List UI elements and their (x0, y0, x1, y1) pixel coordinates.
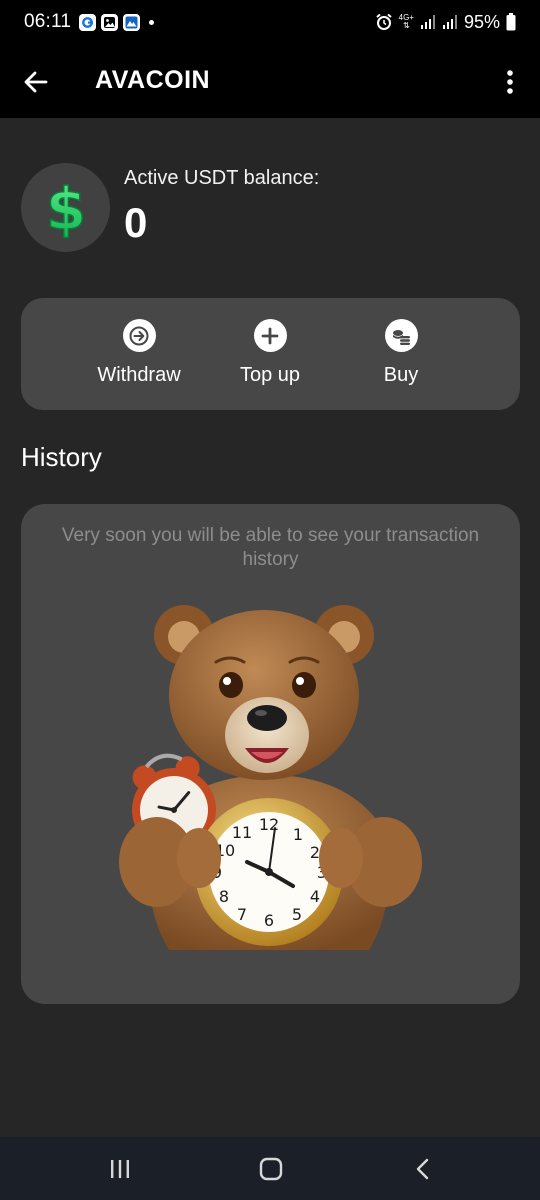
signal-icon-2 (442, 15, 457, 29)
history-empty-message: Very soon you will be able to see your t… (61, 525, 480, 570)
buy-button[interactable]: Buy (336, 298, 466, 410)
home-icon (259, 1157, 283, 1181)
top-up-label: Top up (239, 364, 301, 386)
screen: 06:11 4G+ ⇅ 95% AVACOIN $ Active USDT ba… (0, 0, 540, 1200)
system-back-button[interactable] (409, 1155, 437, 1183)
top-up-button[interactable]: Top up (205, 298, 335, 410)
history-card: Very soon you will be able to see your t… (21, 504, 520, 1004)
recent-apps-icon (111, 1160, 129, 1178)
withdraw-label: Withdraw (97, 364, 181, 386)
app-bar: AVACOIN (0, 44, 540, 118)
network-type-bottom: ⇅ (402, 21, 410, 30)
balance-avatar: $ (21, 163, 110, 252)
svg-text:7: 7 (237, 905, 247, 924)
balance-label: Active USDT balance: (124, 167, 320, 189)
arrow-left-icon (24, 71, 48, 93)
more-vertical-icon (507, 70, 513, 94)
svg-text:12: 12 (259, 815, 279, 834)
balance-value: 0 (124, 199, 148, 246)
dollar-sign-icon: $ (45, 175, 87, 241)
app-notification-icon (79, 13, 97, 31)
signal-icon (420, 15, 435, 29)
status-time: 06:11 (24, 11, 72, 32)
gallery-notification-icon (101, 13, 119, 31)
svg-text:1: 1 (293, 825, 303, 844)
home-button[interactable] (257, 1155, 285, 1183)
dollar-symbol: $ (45, 175, 85, 241)
svg-text:5: 5 (292, 905, 302, 924)
battery-percent: 95% (463, 11, 500, 32)
svg-text:4: 4 (310, 887, 320, 906)
coins-icon (384, 319, 418, 352)
plus-circle-icon (253, 319, 287, 352)
notification-icons (79, 13, 155, 31)
bear-with-clocks-illustration: 12 3 6 9 1 2 4 5 7 8 10 11 (119, 605, 422, 950)
svg-text:11: 11 (232, 823, 252, 842)
status-right: 4G+ ⇅ 95% (375, 12, 516, 33)
battery-icon (506, 13, 516, 31)
buy-label: Buy (383, 364, 419, 386)
withdraw-button[interactable]: Withdraw (74, 298, 204, 410)
actions-card: Withdraw Top up Buy (21, 298, 520, 410)
back-button[interactable] (22, 68, 50, 96)
network-type-label: 4G+ ⇅ (399, 14, 414, 30)
page-title: AVACOIN (95, 66, 211, 94)
mountain-notification-icon (123, 13, 141, 31)
svg-text:6: 6 (264, 911, 274, 930)
status-bar: 06:11 4G+ ⇅ 95% (0, 0, 540, 44)
svg-text:2: 2 (310, 843, 320, 862)
chevron-left-icon (416, 1158, 429, 1180)
history-title: History (21, 442, 102, 472)
system-nav-bar (0, 1137, 540, 1200)
alarm-icon (375, 13, 392, 30)
recent-apps-button[interactable] (106, 1155, 134, 1183)
more-notifications-dot (149, 19, 155, 25)
svg-text:8: 8 (219, 887, 229, 906)
arrow-right-circle-icon (122, 319, 156, 352)
more-options-button[interactable] (502, 68, 518, 96)
